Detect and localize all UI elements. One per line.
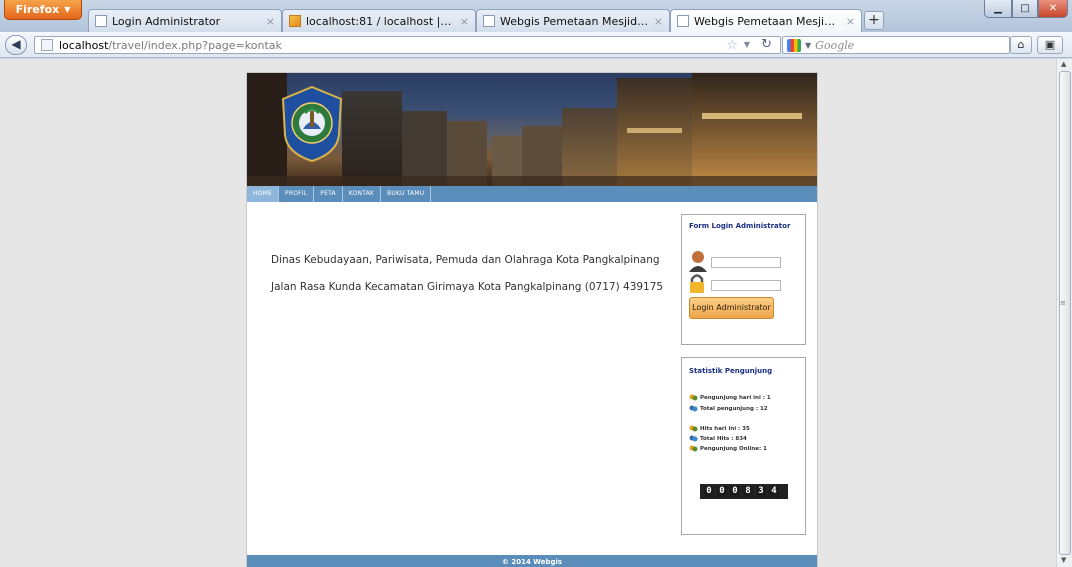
maximize-button[interactable]: □ bbox=[1012, 0, 1038, 18]
tab-phpmyadmin[interactable]: localhost:81 / localhost | phpMyAdmi… × bbox=[282, 9, 476, 32]
password-input[interactable] bbox=[711, 280, 781, 291]
page-viewport: HOME PROFIL PETA KONTAK BUKU TAMU Dinas … bbox=[0, 59, 1056, 567]
counter-digit: 0 bbox=[730, 486, 740, 497]
address-bar[interactable]: localhost/travel/index.php?page=kontak ☆… bbox=[34, 36, 781, 54]
counter-digit: 4 bbox=[769, 486, 779, 497]
menu-profil[interactable]: PROFIL bbox=[279, 186, 315, 202]
stat-text: Total Hits : 834 bbox=[700, 436, 747, 442]
visitors-icon bbox=[689, 394, 698, 402]
menu-buku-tamu[interactable]: BUKU TAMU bbox=[381, 186, 432, 202]
url-path: /travel/index.php?page=kontak bbox=[108, 38, 282, 52]
scrollbar-grip-icon: ≡ bbox=[1060, 299, 1066, 307]
site-menu: HOME PROFIL PETA KONTAK BUKU TAMU bbox=[247, 186, 817, 202]
tab-label: Login Administrator bbox=[112, 14, 221, 28]
lock-icon bbox=[690, 274, 704, 293]
tab-label: Webgis Pemetaan Mesjid di Pangkalp… bbox=[694, 14, 841, 28]
back-button[interactable]: ◀ bbox=[5, 35, 27, 55]
counter-digit: 0 bbox=[717, 486, 727, 497]
close-icon[interactable]: × bbox=[846, 15, 855, 28]
navigation-toolbar: ◀ localhost/travel/index.php?page=kontak… bbox=[0, 32, 1072, 58]
history-dropdown-icon[interactable]: ▼ bbox=[744, 40, 750, 49]
page-icon bbox=[677, 15, 689, 27]
user-icon bbox=[689, 251, 707, 272]
new-tab-button[interactable]: + bbox=[864, 11, 884, 30]
firefox-menu-button[interactable]: Firefox ▼ bbox=[4, 0, 82, 20]
window-close-button[interactable]: ✕ bbox=[1038, 0, 1068, 18]
city-emblem-logo bbox=[281, 85, 343, 163]
visitors-icon bbox=[689, 445, 698, 453]
stat-total-hits: Total Hits : 834 bbox=[689, 435, 747, 443]
tab-webgis-active[interactable]: Webgis Pemetaan Mesjid di Pangkalp… × bbox=[670, 9, 862, 32]
scrollbar-thumb[interactable] bbox=[1059, 71, 1071, 555]
login-form-title: Form Login Administrator bbox=[689, 222, 791, 230]
close-icon[interactable]: × bbox=[654, 15, 663, 28]
website-container: HOME PROFIL PETA KONTAK BUKU TAMU Dinas … bbox=[246, 72, 818, 567]
header-banner bbox=[247, 73, 817, 186]
addons-button[interactable]: ▣ bbox=[1037, 36, 1063, 54]
page-icon bbox=[483, 15, 495, 27]
site-identity-icon[interactable] bbox=[41, 39, 53, 51]
stat-text: Hits hari ini : 35 bbox=[700, 426, 750, 432]
menu-peta[interactable]: PETA bbox=[314, 186, 343, 202]
menu-kontak[interactable]: KONTAK bbox=[343, 186, 382, 202]
vertical-scrollbar[interactable]: ▲ ≡ ▼ bbox=[1056, 59, 1072, 567]
stat-today-visitors: Pengunjung hari ini : 1 bbox=[689, 394, 771, 402]
stat-text: Pengunjung Online: 1 bbox=[700, 446, 767, 452]
username-input[interactable] bbox=[711, 257, 781, 268]
minimize-button[interactable]: ▁ bbox=[984, 0, 1012, 18]
bookmark-star-icon[interactable]: ☆ bbox=[726, 38, 738, 53]
url-host: localhost bbox=[59, 38, 109, 52]
stat-text: Total pengunjung : 12 bbox=[700, 406, 768, 412]
chevron-down-icon: ▼ bbox=[64, 5, 71, 14]
close-icon[interactable]: × bbox=[266, 15, 275, 28]
firefox-menu-label: Firefox bbox=[15, 3, 60, 16]
counter-digit: 8 bbox=[743, 486, 753, 497]
phpmyadmin-icon bbox=[289, 15, 301, 27]
scroll-up-icon[interactable]: ▲ bbox=[1061, 60, 1066, 68]
page-icon bbox=[95, 15, 107, 27]
stat-online: Pengunjung Online: 1 bbox=[689, 445, 767, 453]
home-button[interactable]: ⌂ bbox=[1010, 36, 1032, 54]
browser-titlebar: Firefox ▼ Login Administrator × localhos… bbox=[0, 0, 1072, 32]
tab-label: localhost:81 / localhost | phpMyAdmi… bbox=[306, 14, 455, 28]
search-bar[interactable]: ▼ Google ⌕ bbox=[782, 36, 1029, 54]
chevron-down-icon[interactable]: ▼ bbox=[805, 41, 811, 50]
login-form-box: Form Login Administrator Login Administr… bbox=[681, 214, 806, 345]
visitor-statistics-box: Statistik Pengunjung Pengunjung hari ini… bbox=[681, 357, 806, 535]
login-administrator-button[interactable]: Login Administrator bbox=[689, 297, 774, 319]
statistics-title: Statistik Pengunjung bbox=[689, 367, 773, 375]
reload-icon[interactable]: ↻ bbox=[761, 37, 772, 52]
close-icon[interactable]: × bbox=[460, 15, 469, 28]
tab-label: Webgis Pemetaan Mesjid di Pangkalp… bbox=[500, 14, 649, 28]
stat-hits-today: Hits hari ini : 35 bbox=[689, 425, 750, 433]
search-input[interactable]: Google bbox=[815, 39, 854, 52]
contact-agency-name: Dinas Kebudayaan, Pariwisata, Pemuda dan… bbox=[271, 254, 660, 266]
google-icon[interactable] bbox=[787, 38, 801, 52]
counter-digit: 0 bbox=[704, 486, 714, 497]
stat-text: Pengunjung hari ini : 1 bbox=[700, 395, 771, 401]
hit-counter: 0 0 0 8 3 4 bbox=[700, 484, 788, 499]
visitors-icon bbox=[689, 405, 698, 413]
counter-digit: 3 bbox=[756, 486, 766, 497]
contact-address: Jalan Rasa Kunda Kecamatan Girimaya Kota… bbox=[271, 281, 664, 293]
menu-bar-filler bbox=[431, 186, 817, 202]
visitors-icon bbox=[689, 435, 698, 443]
visitors-icon bbox=[689, 425, 698, 433]
scroll-down-icon[interactable]: ▼ bbox=[1061, 556, 1066, 564]
tab-webgis-1[interactable]: Webgis Pemetaan Mesjid di Pangkalp… × bbox=[476, 9, 670, 32]
stat-total-visitors: Total pengunjung : 12 bbox=[689, 405, 768, 413]
menu-home[interactable]: HOME bbox=[247, 186, 280, 202]
site-footer: © 2014 Webgis bbox=[247, 555, 817, 567]
tab-login-administrator[interactable]: Login Administrator × bbox=[88, 9, 282, 32]
